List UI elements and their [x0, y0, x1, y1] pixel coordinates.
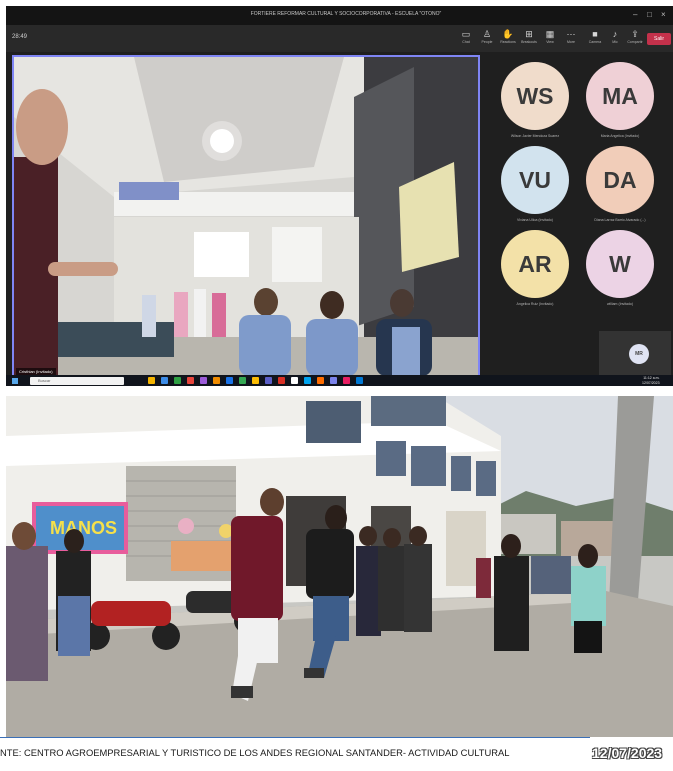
- taskbar-app-icon[interactable]: [200, 377, 207, 384]
- share-icon: ⇪: [631, 29, 639, 39]
- share-button[interactable]: ⇪ Compartir: [624, 29, 646, 49]
- taskbar-app-icon[interactable]: [239, 377, 246, 384]
- participant-avatar[interactable]: W: [586, 230, 654, 298]
- main-video-feed[interactable]: [12, 55, 480, 378]
- view-icon: ▦: [545, 29, 555, 39]
- more-button[interactable]: ⋯ More: [560, 29, 582, 49]
- participant-avatar[interactable]: MA: [586, 62, 654, 130]
- mic-label: Mic: [612, 40, 618, 44]
- taskbar-clock[interactable]: 11:12 a.m. 12/07/2023: [642, 376, 660, 385]
- taskbar-search-input[interactable]: Buscar: [30, 377, 124, 385]
- window-title: FORTIERE REFORMAR CULTURAL Y SOCIOCORPOR…: [250, 11, 442, 17]
- maximize-icon[interactable]: □: [647, 10, 652, 20]
- people-label: People: [481, 40, 493, 44]
- classroom-scene: [14, 57, 478, 376]
- mic-icon: ♪: [612, 29, 618, 39]
- taskbar-date: 12/07/2023: [642, 380, 660, 385]
- participant-avatar[interactable]: WS: [501, 62, 569, 130]
- participant-name: Wilson Javier Mendoza Suarez: [510, 134, 560, 138]
- camera-icon: ■: [592, 29, 598, 39]
- reactions-button[interactable]: ✋ Reactions: [497, 29, 519, 49]
- participant-name: william (Invitado): [606, 302, 634, 306]
- meeting-toolbar: 28:49 ▭ Chat ♙ People ✋ Reactions ⊞ Brea…: [6, 25, 673, 52]
- self-video-tile[interactable]: MR: [599, 331, 671, 376]
- taskbar-app-icon[interactable]: [317, 377, 324, 384]
- photo-caption: NTE: CENTRO AGROEMPRESARIAL Y TURISTICO …: [0, 747, 510, 758]
- taskbar-app-icon[interactable]: [213, 377, 220, 384]
- more-icon: ⋯: [566, 29, 576, 39]
- breakouts-label: Breakouts: [521, 40, 537, 44]
- people-button[interactable]: ♙ People: [476, 29, 498, 49]
- raise-hand-icon: ✋: [502, 29, 514, 39]
- taskbar-app-icon[interactable]: [148, 377, 155, 384]
- minimize-icon[interactable]: –: [633, 10, 637, 20]
- photo-date-stamp: 12/07/2023: [592, 745, 663, 761]
- camera-button[interactable]: ■ Camera: [584, 29, 606, 49]
- taskbar-app-icon[interactable]: [291, 377, 298, 384]
- taskbar-app-icon[interactable]: [226, 377, 233, 384]
- windows-start-icon[interactable]: [12, 378, 18, 384]
- title-bar: FORTIERE REFORMAR CULTURAL Y SOCIOCORPOR…: [6, 6, 673, 25]
- participant-name: Viviana Ulloa (Invitado): [517, 218, 553, 222]
- participant-name: Diana Larraz Barrio Alvarado (...): [594, 218, 646, 222]
- participant-avatar[interactable]: VU: [501, 146, 569, 214]
- mic-button[interactable]: ♪ Mic: [604, 29, 626, 49]
- taskbar-app-icon[interactable]: [161, 377, 168, 384]
- breakouts-button[interactable]: ⊞ Breakouts: [518, 29, 540, 49]
- taskbar-app-icon[interactable]: [304, 377, 311, 384]
- caption-rule: [0, 737, 590, 738]
- participant-name: Angelica Ruiz (Invitado): [516, 302, 554, 306]
- participant-avatar[interactable]: AR: [501, 230, 569, 298]
- participant-avatar[interactable]: DA: [586, 146, 654, 214]
- rooms-icon: ⊞: [525, 29, 533, 39]
- taskbar-app-icon[interactable]: [187, 377, 194, 384]
- chat-label: Chat: [462, 40, 470, 44]
- teams-meeting-window: FORTIERE REFORMAR CULTURAL Y SOCIOCORPOR…: [6, 6, 673, 386]
- taskbar-app-icon[interactable]: [265, 377, 272, 384]
- view-label: View: [546, 40, 554, 44]
- leave-button[interactable]: Salir: [647, 33, 671, 45]
- taskbar-app-icon[interactable]: [252, 377, 259, 384]
- taskbar-app-icon[interactable]: [330, 377, 337, 384]
- view-button[interactable]: ▦ View: [539, 29, 561, 49]
- street-scene: MANOS: [6, 396, 673, 737]
- share-label: Compartir: [627, 40, 643, 44]
- taskbar-app-icon[interactable]: [174, 377, 181, 384]
- camera-label: Camera: [588, 40, 602, 44]
- main-video-participant-name: Cristhian (Invitado): [16, 368, 56, 375]
- chat-button[interactable]: ▭ Chat: [455, 29, 477, 49]
- taskbar-app-icon[interactable]: [343, 377, 350, 384]
- chat-icon: ▭: [461, 29, 471, 39]
- taskbar-time: 11:12 a.m.: [643, 376, 660, 380]
- taskbar-app-icon[interactable]: [356, 377, 363, 384]
- close-icon[interactable]: ×: [661, 10, 666, 20]
- taskbar-app-icon[interactable]: [278, 377, 285, 384]
- event-photo: MANOS: [6, 396, 673, 737]
- reactions-label: Reactions: [500, 40, 516, 44]
- windows-taskbar: Buscar 11:12 a.m. 12/07/2023: [6, 375, 673, 386]
- banner-text: MANOS: [50, 518, 117, 538]
- meeting-timer: 28:49: [12, 34, 28, 40]
- self-avatar: MR: [629, 344, 649, 364]
- participant-name: Maria Angelica (Invitado): [600, 134, 640, 138]
- people-icon: ♙: [482, 29, 492, 39]
- more-label: More: [567, 40, 575, 44]
